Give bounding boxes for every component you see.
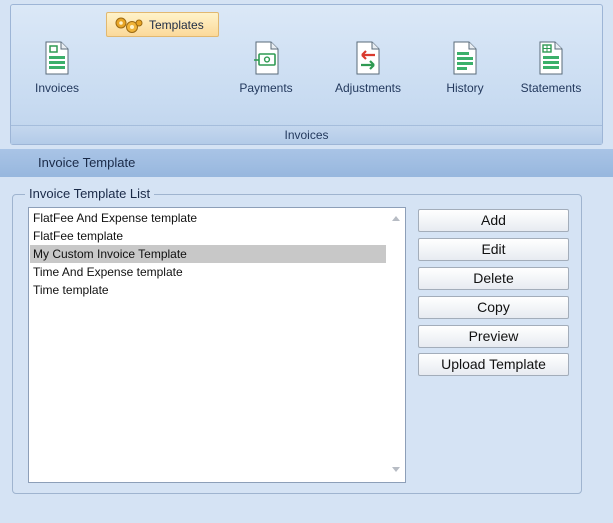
delete-button[interactable]: Delete [418,267,569,290]
statements-button[interactable]: Statements [511,41,591,95]
statement-doc-icon [539,41,563,75]
list-item-selected[interactable]: My Custom Invoice Template [30,245,386,263]
section-title: Invoice Template [0,149,613,177]
templates-button[interactable]: Templates [106,12,219,37]
history-button[interactable]: History [437,41,493,95]
edit-button[interactable]: Edit [418,238,569,261]
statements-label: Statements [520,81,582,95]
upload-template-button[interactable]: Upload Template [418,353,569,376]
list-item[interactable]: FlatFee And Expense template [30,209,386,227]
preview-button[interactable]: Preview [418,325,569,348]
copy-button[interactable]: Copy [418,296,569,319]
invoices-label: Invoices [34,81,80,95]
templates-label: Templates [149,17,204,32]
gears-icon [115,17,143,33]
invoice-doc-icon [45,41,69,75]
ribbon-group-label: Invoices [11,125,602,144]
history-label: History [446,81,484,95]
list-item[interactable]: Time template [30,281,386,299]
scroll-down-arrow-icon[interactable] [391,466,401,474]
payments-label: Payments [239,81,293,95]
template-listbox[interactable]: FlatFee And Expense template FlatFee tem… [28,207,406,483]
add-button[interactable]: Add [418,209,569,232]
adjustment-doc-icon [356,41,380,75]
payment-doc-icon [254,41,279,75]
invoices-button[interactable]: Invoices [27,41,87,95]
list-item[interactable]: FlatFee template [30,227,386,245]
template-list-legend: Invoice Template List [25,186,155,201]
adjustments-label: Adjustments [334,81,402,95]
history-doc-icon [453,41,477,75]
list-item[interactable]: Time And Expense template [30,263,386,281]
ribbon: Templates Invoices Payments Adjustments … [10,4,603,145]
payments-button[interactable]: Payments [232,41,300,95]
scroll-up-arrow-icon[interactable] [391,214,401,222]
adjustments-button[interactable]: Adjustments [327,41,409,95]
